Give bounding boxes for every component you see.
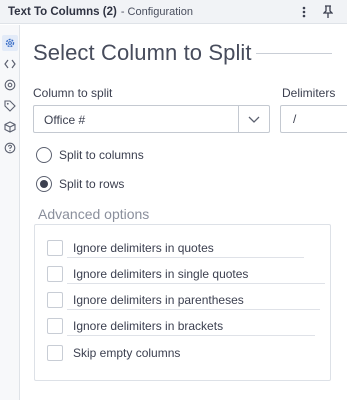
gear-icon [5, 38, 15, 48]
page-title: Select Column to Split [33, 40, 252, 65]
left-icon-rail [0, 25, 20, 400]
title-divider [256, 53, 332, 54]
ignore-quotes-label: Ignore delimiters in quotes [73, 241, 214, 255]
ignore-single-quotes-option[interactable]: Ignore delimiters in single quotes [47, 265, 248, 283]
tool-name: Text To Columns (2) [8, 5, 117, 18]
split-to-columns-radio[interactable] [36, 147, 52, 163]
chevron-down-icon [248, 116, 260, 123]
split-to-columns-option[interactable]: Split to columns [36, 146, 144, 164]
configuration-panel: Select Column to Split Column to split D… [20, 25, 347, 400]
pin-button[interactable] [319, 2, 337, 22]
ignore-brackets-label: Ignore delimiters in brackets [73, 319, 224, 333]
window-subtitle: - Configuration [120, 5, 193, 18]
delimiters-input[interactable] [280, 105, 347, 133]
ignore-single-quotes-label: Ignore delimiters in single quotes [73, 267, 249, 281]
option-underline [67, 257, 304, 258]
data-tab[interactable] [2, 119, 18, 135]
skip-empty-columns-checkbox[interactable] [47, 345, 63, 361]
column-to-split-label: Column to split [33, 86, 113, 100]
ignore-single-quotes-checkbox[interactable] [47, 266, 63, 282]
tag-icon [4, 100, 16, 112]
xml-view-tab[interactable] [2, 56, 18, 72]
advanced-options-box: Ignore delimiters in quotes Ignore delim… [34, 224, 331, 381]
annotation-tab[interactable] [2, 77, 18, 93]
ignore-brackets-checkbox[interactable] [47, 318, 63, 334]
split-to-rows-option[interactable]: Split to rows [36, 175, 124, 193]
target-icon [4, 79, 16, 91]
vertical-dots-icon [302, 6, 306, 17]
dropdown-divider [238, 106, 239, 132]
ignore-parentheses-checkbox[interactable] [47, 292, 63, 308]
split-to-columns-label: Split to columns [59, 148, 144, 162]
ignore-quotes-option[interactable]: Ignore delimiters in quotes [47, 239, 214, 257]
skip-empty-columns-option[interactable]: Skip empty columns [47, 344, 180, 362]
advanced-options-title: Advanced options [38, 206, 150, 222]
pin-icon [323, 4, 333, 18]
option-underline [67, 283, 325, 284]
help-tab[interactable] [2, 140, 18, 156]
ignore-brackets-option[interactable]: Ignore delimiters in brackets [47, 317, 223, 335]
ignore-parentheses-option[interactable]: Ignore delimiters in parentheses [47, 291, 244, 309]
split-to-rows-radio[interactable] [36, 176, 52, 192]
window-titlebar: Text To Columns (2) - Configuration [0, 0, 347, 24]
column-to-split-dropdown[interactable]: Office # [33, 105, 270, 133]
ignore-parentheses-label: Ignore delimiters in parentheses [73, 293, 244, 307]
split-to-rows-label: Split to rows [59, 177, 125, 191]
option-underline [67, 335, 315, 336]
more-options-button[interactable] [295, 2, 313, 22]
code-icon [4, 59, 16, 69]
help-icon [4, 142, 16, 154]
configuration-tab[interactable] [2, 35, 18, 51]
option-underline [67, 309, 320, 310]
selected-column-value: Office # [44, 113, 86, 127]
meta-info-tab[interactable] [2, 98, 18, 114]
cube-icon [4, 121, 16, 133]
skip-empty-columns-label: Skip empty columns [73, 346, 181, 360]
delimiters-label: Delimiters [282, 86, 336, 100]
ignore-quotes-checkbox[interactable] [47, 240, 63, 256]
